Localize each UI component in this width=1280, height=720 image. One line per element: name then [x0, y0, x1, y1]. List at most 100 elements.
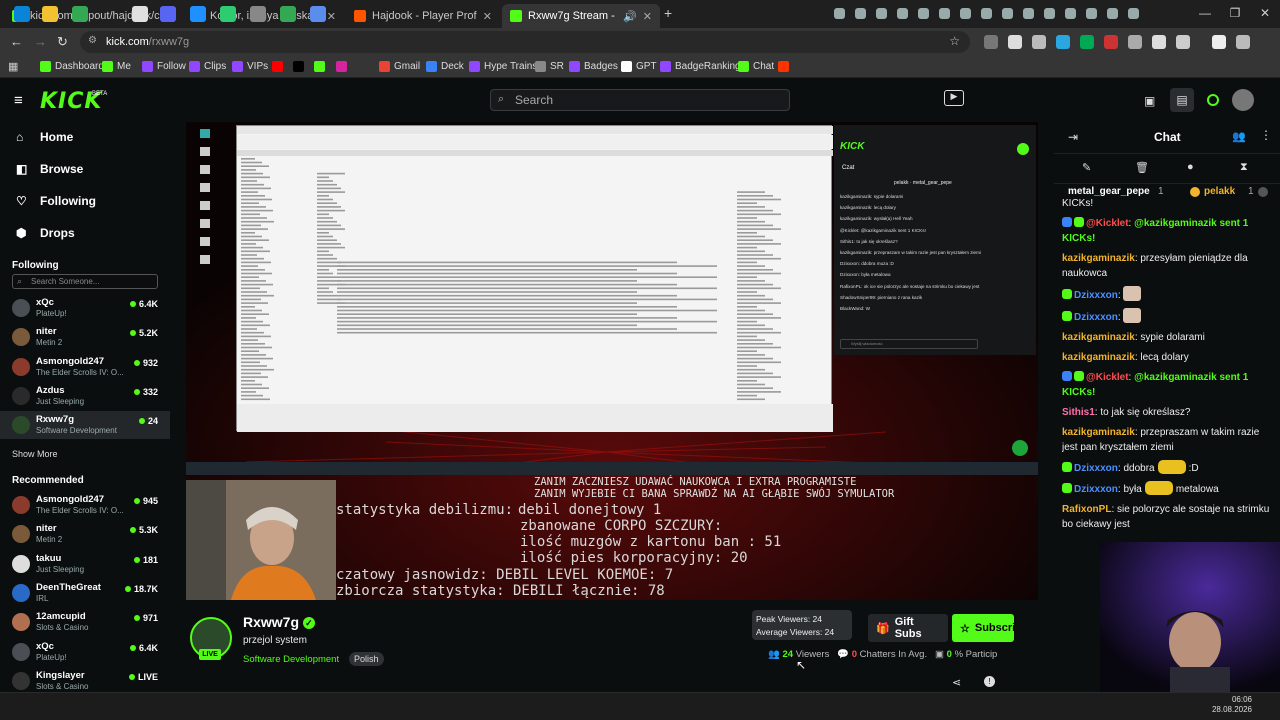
- tray-icon[interactable]: [1086, 8, 1097, 19]
- channel-row[interactable]: DeenTheGreat IRL 18.7K: [0, 579, 170, 607]
- chat-username[interactable]: Dzixxxon: [1074, 463, 1118, 474]
- taskbar-app-icon[interactable]: [42, 6, 58, 22]
- extension-icon[interactable]: [1032, 35, 1046, 49]
- collapse-chat-icon[interactable]: ⇥: [1068, 130, 1078, 144]
- channel-row[interactable]: Rxww7g Software Development 24: [0, 411, 170, 440]
- tray-icon[interactable]: [981, 8, 992, 19]
- taskbar-app-icon[interactable]: [250, 6, 266, 22]
- slow-mode-icon[interactable]: ⧗: [1240, 161, 1248, 174]
- chat-username[interactable]: RafixonPL: [1062, 504, 1111, 515]
- message-icon[interactable]: ●: [1187, 161, 1194, 173]
- taskbar-app-icon[interactable]: [280, 6, 296, 22]
- sidebar-search-input[interactable]: ⌕ Search Someone...: [12, 274, 158, 289]
- taskbar-app-icon[interactable]: [132, 6, 148, 22]
- gift-subs-button[interactable]: 🎁 Gift Subs: [868, 614, 948, 642]
- chat-username[interactable]: Dzixxxon: [1074, 290, 1118, 301]
- url-field[interactable]: ⚙ kick.com/rxww7g ☆: [80, 31, 970, 53]
- extension-icon[interactable]: [984, 35, 998, 49]
- new-tab-button[interactable]: +: [664, 5, 672, 21]
- channel-row[interactable]: takuu Just Sleeping 181: [0, 550, 170, 578]
- extension-icon[interactable]: [1056, 35, 1070, 49]
- forward-icon[interactable]: →: [34, 34, 47, 49]
- chat-username[interactable]: kazikgaminazik: [1062, 352, 1135, 363]
- tray-icon[interactable]: [939, 8, 950, 19]
- channel-row[interactable]: xQc PlateUp! 6.4K: [0, 294, 170, 322]
- channel-row[interactable]: Asmongold247 The Elder Scrolls IV: O... 94…: [0, 491, 170, 519]
- tray-icon[interactable]: [855, 8, 866, 19]
- sidebar-item-browse[interactable]: ◧ Browse: [16, 162, 83, 176]
- kick-status-icon[interactable]: [1207, 94, 1219, 106]
- bookmark-item[interactable]: [314, 61, 329, 72]
- bookmark-item[interactable]: Me: [102, 61, 131, 72]
- extension-icon[interactable]: [1236, 35, 1250, 49]
- taskbar-app-icon[interactable]: [310, 6, 326, 22]
- chat-username[interactable]: @Kicklet: [1086, 372, 1129, 383]
- bookmark-item[interactable]: Follow: [142, 61, 186, 72]
- minimize-icon[interactable]: —: [1190, 6, 1220, 20]
- pin-icon[interactable]: ✎: [1082, 161, 1091, 174]
- browser-tab-active[interactable]: Rxww7g Stream - Watch Li 🔊 ✕: [502, 4, 660, 28]
- sidebar-item-following[interactable]: ♡ Following: [16, 194, 96, 208]
- bookmark-item[interactable]: [293, 61, 308, 72]
- tray-icon[interactable]: [1023, 8, 1034, 19]
- bookmark-item[interactable]: GPT: [621, 61, 657, 72]
- bookmark-item[interactable]: Dashboard: [40, 61, 104, 72]
- tray-icon[interactable]: [1107, 8, 1118, 19]
- channel-row[interactable]: Azdus Just Sleeping 332: [0, 382, 170, 410]
- close-tab-icon[interactable]: ✕: [327, 10, 336, 23]
- tray-icon[interactable]: [1128, 8, 1139, 19]
- extension-icon[interactable]: [1008, 35, 1022, 49]
- channel-row[interactable]: Kingslayer Slots & Casino LIVE: [0, 667, 170, 695]
- language-tag[interactable]: Polish: [349, 652, 384, 666]
- system-clock[interactable]: 06:06 28.08.2026: [1208, 695, 1252, 715]
- channel-name[interactable]: Rxww7g ✓: [243, 614, 315, 630]
- menu-icon[interactable]: ≡: [14, 92, 23, 109]
- channel-row[interactable]: Asmongold247 The Elder Scrolls IV: O... 93…: [0, 353, 170, 381]
- subscribe-button[interactable]: ☆ Subscri: [952, 614, 1014, 642]
- users-icon[interactable]: 👥: [1232, 130, 1246, 143]
- bookmark-item[interactable]: [336, 61, 351, 72]
- chat-more-icon[interactable]: ⋮: [1260, 128, 1272, 142]
- channel-row[interactable]: 12amcupid Slots & Casino 971: [0, 608, 170, 636]
- channel-row[interactable]: xQc PlateUp! 6.4K: [0, 638, 170, 666]
- audio-icon[interactable]: 🔊: [623, 10, 637, 23]
- taskbar-app-icon[interactable]: [72, 6, 88, 22]
- bookmark-item[interactable]: VIPs: [232, 61, 268, 72]
- tray-icon[interactable]: [897, 8, 908, 19]
- bookmark-item[interactable]: Gmail: [379, 61, 420, 72]
- site-info-icon[interactable]: ⚙: [88, 35, 97, 46]
- share-icon[interactable]: ⋖: [952, 676, 961, 689]
- taskbar-app-icon[interactable]: [14, 6, 30, 22]
- user-avatar[interactable]: [1232, 89, 1254, 111]
- maximize-icon[interactable]: ❐: [1220, 6, 1250, 20]
- apps-grid-icon[interactable]: ▦: [8, 60, 18, 73]
- dashboard-icon[interactable]: ▤: [1170, 88, 1194, 112]
- chat-username[interactable]: Dzixxxon: [1074, 312, 1118, 323]
- chat-username[interactable]: kazikgaminazik: [1062, 332, 1135, 343]
- tray-icon[interactable]: [1044, 8, 1055, 19]
- chat-username[interactable]: kazikgaminazik: [1062, 253, 1135, 264]
- extension-icon[interactable]: [1104, 35, 1118, 49]
- clip-icon[interactable]: ▣: [1144, 94, 1155, 108]
- extension-icon[interactable]: [1176, 35, 1190, 49]
- browser-tab[interactable]: kick.com/popout/hajdook/chat ✕: [4, 4, 184, 28]
- tray-icon[interactable]: [876, 8, 887, 19]
- bookmark-item[interactable]: Chat: [738, 61, 774, 72]
- channel-row[interactable]: niter Metin 2 5.3K: [0, 520, 170, 548]
- info-icon[interactable]: !: [984, 676, 995, 687]
- sidebar-item-drops[interactable]: ⬢ Drops: [16, 226, 75, 240]
- tray-icon[interactable]: [834, 8, 845, 19]
- tray-icon[interactable]: [1065, 8, 1076, 19]
- tray-icon[interactable]: [960, 8, 971, 19]
- search-input[interactable]: ⌕ Search: [490, 89, 790, 111]
- bookmark-item[interactable]: [778, 61, 793, 72]
- bookmark-item[interactable]: [272, 61, 287, 72]
- close-tab-icon[interactable]: ✕: [643, 10, 652, 23]
- bookmark-item[interactable]: SR: [535, 61, 564, 72]
- bookmark-star-icon[interactable]: ☆: [949, 34, 960, 48]
- category-link[interactable]: Software Development: [243, 654, 339, 665]
- extension-icon[interactable]: [1152, 35, 1166, 49]
- close-window-icon[interactable]: ✕: [1250, 6, 1280, 20]
- bookmark-item[interactable]: Deck: [426, 61, 464, 72]
- bookmark-item[interactable]: Hype Trains: [469, 61, 537, 72]
